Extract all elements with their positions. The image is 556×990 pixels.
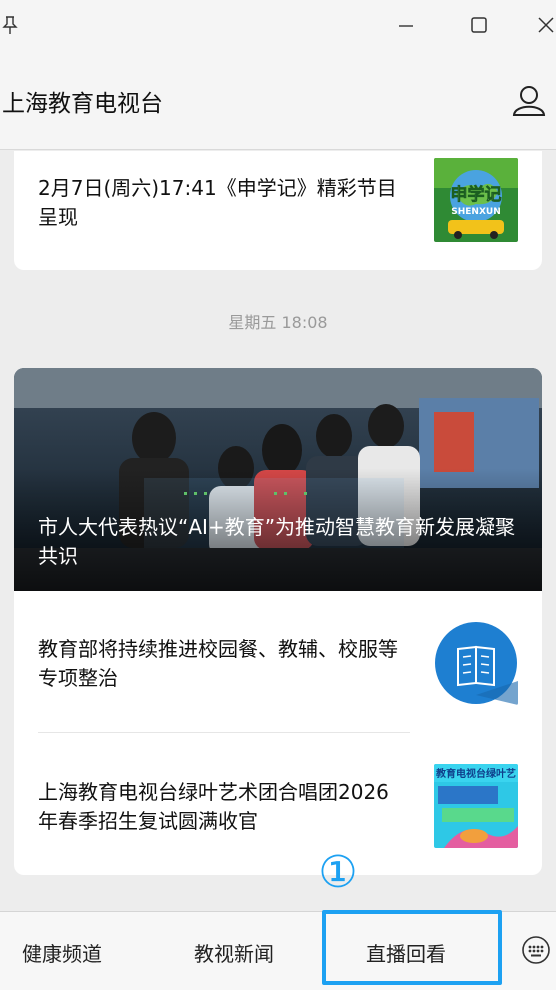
news-thumbnail[interactable] [434,621,518,705]
highlight-number: ① [318,846,358,898]
close-icon[interactable] [528,8,556,42]
tab-health-channel[interactable]: 健康频道 [22,938,102,967]
news-item-title[interactable]: 教育部将持续推进校园餐、教辅、校服等专项整治 [38,635,408,693]
pin-icon[interactable] [0,8,28,42]
maximize-icon[interactable] [461,8,497,42]
minimize-icon[interactable] [388,8,424,42]
news-item-title[interactable]: 2月7日(周六)17:41《申学记》精彩节目呈现 [38,174,408,232]
thumbnail-subtitle: SHENXUN [451,207,500,217]
news-feed[interactable]: 2月7日(周六)17:41《申学记》精彩节目呈现 申学记 SHENXUN 星期五… [0,151,556,911]
app-header: 上海教育电视台 [0,50,556,150]
window-titlebar [0,0,556,50]
news-thumbnail[interactable]: 申学记 SHENXUN [434,158,518,242]
keyboard-icon[interactable] [520,934,552,970]
news-card[interactable]: 2月7日(周六)17:41《申学记》精彩节目呈现 申学记 SHENXUN [14,151,542,270]
tab-news[interactable]: 教视新闻 [194,938,274,967]
banner-image[interactable]: 市人大代表热议“AI+教育”为推动智慧教育新发展凝聚共识 [14,368,542,591]
message-timestamp: 星期五 18:08 [228,313,328,332]
news-thumbnail[interactable]: 教育电视台绿叶艺 [434,764,518,848]
news-card[interactable]: 市人大代表热议“AI+教育”为推动智慧教育新发展凝聚共识 教育部将持续推进校园餐… [14,368,542,875]
news-item-title[interactable]: 上海教育电视台绿叶艺术团合唱团2026年春季招生复试圆满收官 [38,778,408,836]
banner-title[interactable]: 市人大代表热议“AI+教育”为推动智慧教育新发展凝聚共识 [38,513,518,571]
highlight-box [322,910,502,985]
page-title: 上海教育电视台 [2,91,163,117]
user-icon[interactable] [512,84,546,120]
divider [38,732,410,733]
thumbnail-title: 教育电视台绿叶艺 [435,767,516,780]
thumbnail-title: 申学记 [451,184,502,205]
